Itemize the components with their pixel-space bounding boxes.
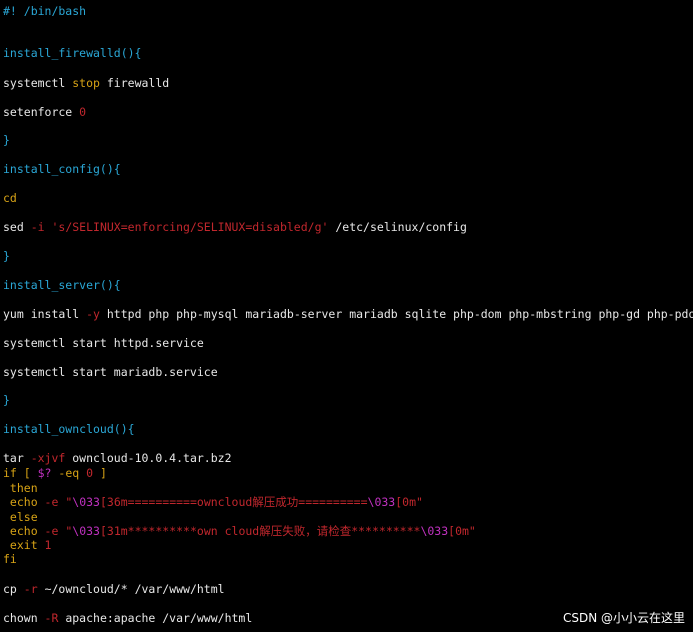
code-line: } xyxy=(3,249,10,263)
code-token: echo xyxy=(3,495,45,509)
code-line: echo -e "\033[36m==========owncloud解压成功=… xyxy=(3,495,423,509)
code-token: owncloud-10.0.4.tar.bz2 xyxy=(65,451,232,465)
code-token: -r xyxy=(23,582,38,596)
code-line: then xyxy=(3,481,38,495)
code-line: sed -i 's/SELINUX=enforcing/SELINUX=disa… xyxy=(3,220,467,234)
code-line: else xyxy=(3,510,38,524)
code-token: echo xyxy=(3,524,45,538)
code-token: } xyxy=(3,133,10,147)
code-token: fi xyxy=(3,552,17,566)
code-token: firewalld xyxy=(99,76,170,90)
code-token: -eq xyxy=(51,466,87,480)
code-token: \033 xyxy=(72,495,100,509)
code-token: then xyxy=(3,481,38,495)
code-token: exit xyxy=(3,538,45,552)
code-token: [0m" xyxy=(395,495,423,509)
terminal-editor[interactable]: #! /bin/bash install_firewalld(){ systemct… xyxy=(3,0,693,632)
code-token: 0 xyxy=(79,105,87,119)
code-line: } xyxy=(3,133,10,147)
code-token: install_firewalld(){ xyxy=(3,46,142,60)
code-token: systemctl xyxy=(3,76,73,90)
code-token: #! /bin/bash xyxy=(3,4,87,18)
code-token: apache:apache /var/www/html xyxy=(58,611,253,625)
code-line: install_firewalld(){ xyxy=(3,46,141,60)
code-token: $? xyxy=(37,466,52,480)
code-token: sed xyxy=(3,220,31,234)
code-line: install_config(){ xyxy=(3,162,121,176)
code-line: systemctl stop firewalld xyxy=(3,76,169,90)
code-token: chown xyxy=(3,611,45,625)
code-line: } xyxy=(3,393,10,407)
code-token: if [ xyxy=(3,466,38,480)
code-token: setenforce xyxy=(3,105,80,119)
code-token: tar xyxy=(3,451,31,465)
code-token: -xjvf xyxy=(30,451,66,465)
code-line: fi xyxy=(3,552,17,566)
code-line: install_owncloud(){ xyxy=(3,422,135,436)
code-line: chown -R apache:apache /var/www/html xyxy=(3,611,252,625)
code-token: 1 xyxy=(44,538,52,552)
code-token: [0m" xyxy=(448,524,476,538)
code-token: " xyxy=(58,495,73,509)
code-token: httpd php php-mysql mariadb-server maria… xyxy=(99,307,693,321)
code-token: -R xyxy=(44,611,59,625)
code-token: \033 xyxy=(72,524,100,538)
code-line: systemctl start mariadb.service xyxy=(3,365,218,379)
code-token: \033 xyxy=(367,495,396,509)
code-line: echo -e "\033[31m**********own cloud解压失败… xyxy=(3,524,476,538)
code-line: #! /bin/bash xyxy=(3,4,86,18)
code-line: cp -r ~/owncloud/* /var/www/html xyxy=(3,582,225,596)
code-token: -i xyxy=(30,220,45,234)
code-token: 's/SELINUX=enforcing/SELINUX=disabled/g' xyxy=(44,220,329,234)
code-line: if [ $? -eq 0 ] xyxy=(3,466,107,480)
code-token: else xyxy=(3,510,38,524)
code-token: " xyxy=(58,524,73,538)
code-token: -e xyxy=(44,524,59,538)
code-token: install_owncloud(){ xyxy=(3,422,135,436)
code-token: yum install xyxy=(3,307,87,321)
code-token: -e xyxy=(44,495,59,509)
code-token: stop xyxy=(72,76,100,90)
code-token: \033 xyxy=(420,524,449,538)
code-line: cd xyxy=(3,191,17,205)
code-line: install_server(){ xyxy=(3,278,121,292)
code-token: install_config(){ xyxy=(3,162,121,176)
code-token: ~/owncloud/* /var/www/html xyxy=(37,582,225,596)
code-line: setenforce 0 xyxy=(3,105,86,119)
code-token: } xyxy=(3,249,10,263)
code-token: -y xyxy=(86,307,100,321)
csdn-watermark: CSDN @小小云在这里 xyxy=(562,611,685,625)
code-line: tar -xjvf owncloud-10.0.4.tar.bz2 xyxy=(3,451,232,465)
code-token: ] xyxy=(93,466,107,480)
code-line: exit 1 xyxy=(3,538,52,552)
code-token: 0 xyxy=(86,466,94,480)
code-line: systemctl start httpd.service xyxy=(3,336,204,350)
code-token: cd xyxy=(3,191,17,205)
code-token: [31m**********own cloud解压失败，请检查*********… xyxy=(99,524,421,538)
code-token: install_server(){ xyxy=(3,278,121,292)
code-line: yum install -y httpd php php-mysql maria… xyxy=(3,307,693,321)
code-token: } xyxy=(3,393,10,407)
code-token: /etc/selinux/config xyxy=(328,220,467,234)
code-token: [36m==========owncloud解压成功========== xyxy=(99,495,368,509)
code-token: cp xyxy=(3,582,24,596)
code-token: systemctl start httpd.service xyxy=(3,336,204,350)
code-token: systemctl start mariadb.service xyxy=(3,365,218,379)
